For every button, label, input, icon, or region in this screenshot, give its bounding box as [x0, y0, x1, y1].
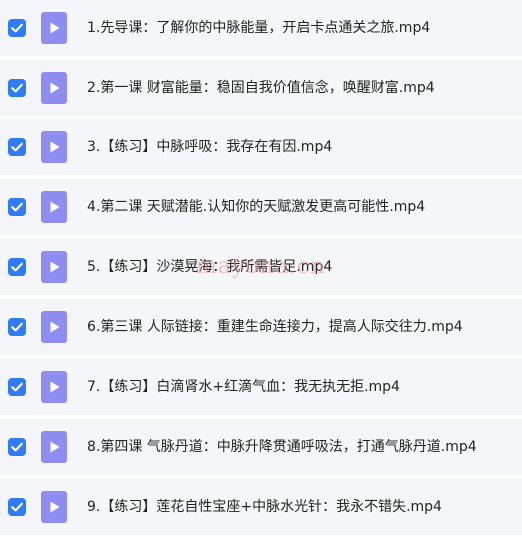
video-file-icon [41, 131, 67, 163]
checkbox-checked[interactable] [8, 438, 26, 456]
video-file-icon [41, 251, 67, 283]
file-name[interactable]: 5.【练习】沙漠晃海：我所需皆足.mp4 [87, 239, 332, 295]
checkbox-checked[interactable] [8, 19, 26, 37]
file-row[interactable]: 1.先导课：了解你的中脉能量，开启卡点通关之旅.mp4 [0, 0, 522, 56]
video-file-icon [41, 491, 67, 523]
file-name[interactable]: 6.第三课 人际链接：重建生命连接力，提高人际交往力.mp4 [87, 299, 463, 355]
video-file-icon [41, 191, 67, 223]
file-name[interactable]: 2.第一课 财富能量：稳固自我价值信念，唤醒财富.mp4 [87, 60, 435, 116]
file-name[interactable]: 9.【练习】莲花自性宝座+中脉水光针：我永不错失.mp4 [87, 479, 442, 535]
file-name[interactable]: 7.【练习】白滴肾水+红滴气血：我无执无拒.mp4 [87, 359, 400, 415]
video-file-icon [41, 72, 67, 104]
checkbox-checked[interactable] [8, 198, 26, 216]
video-file-icon [41, 371, 67, 403]
file-row[interactable]: 5.【练习】沙漠晃海：我所需皆足.mp4 [0, 239, 522, 295]
file-name[interactable]: 8.第四课 气脉丹道：中脉升降贯通呼吸法，打通气脉丹道.mp4 [87, 419, 477, 475]
checkmark-icon [11, 142, 23, 152]
video-file-icon [41, 311, 67, 343]
video-file-icon [41, 431, 67, 463]
checkmark-icon [11, 322, 23, 332]
video-file-icon [41, 12, 67, 44]
checkbox-checked[interactable] [8, 138, 26, 156]
checkbox-checked[interactable] [8, 258, 26, 276]
file-name[interactable]: 1.先导课：了解你的中脉能量，开启卡点通关之旅.mp4 [87, 0, 430, 56]
file-row[interactable]: 8.第四课 气脉丹道：中脉升降贯通呼吸法，打通气脉丹道.mp4 [0, 419, 522, 475]
checkmark-icon [11, 83, 23, 93]
checkbox-checked[interactable] [8, 318, 26, 336]
checkmark-icon [11, 442, 23, 452]
file-row[interactable]: 7.【练习】白滴肾水+红滴气血：我无执无拒.mp4 [0, 359, 522, 415]
file-row[interactable]: 9.【练习】莲花自性宝座+中脉水光针：我永不错失.mp4 [0, 479, 522, 535]
checkmark-icon [11, 382, 23, 392]
checkmark-icon [11, 262, 23, 272]
checkbox-checked[interactable] [8, 378, 26, 396]
file-row[interactable]: 6.第三课 人际链接：重建生命连接力，提高人际交往力.mp4 [0, 299, 522, 355]
file-row[interactable]: 2.第一课 财富能量：稳固自我价值信念，唤醒财富.mp4 [0, 60, 522, 116]
checkbox-checked[interactable] [8, 498, 26, 516]
checkmark-icon [11, 202, 23, 212]
file-name[interactable]: 4.第二课 天赋潜能.认知你的天赋激发更高可能性.mp4 [87, 179, 425, 235]
checkmark-icon [11, 23, 23, 33]
checkmark-icon [11, 502, 23, 512]
file-row[interactable]: 3.【练习】中脉呼吸：我存在有因.mp4 [0, 119, 522, 175]
file-list: 1.先导课：了解你的中脉能量，开启卡点通关之旅.mp4 2.第一课 财富能量：稳… [0, 0, 522, 539]
checkbox-checked[interactable] [8, 79, 26, 97]
file-name[interactable]: 3.【练习】中脉呼吸：我存在有因.mp4 [87, 119, 332, 175]
file-row[interactable]: 4.第二课 天赋潜能.认知你的天赋激发更高可能性.mp4 [0, 179, 522, 235]
